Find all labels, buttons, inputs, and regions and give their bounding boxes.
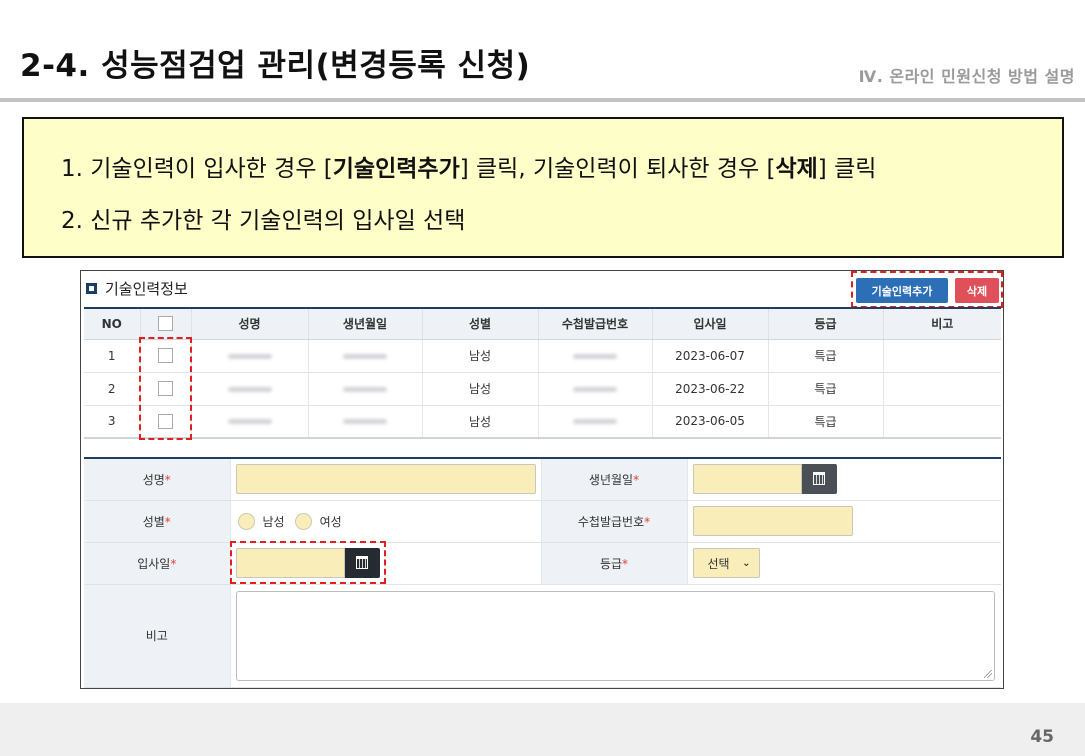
form-row-gender-license: 성별* 남성 여성 수첩발급번호*: [84, 500, 1001, 543]
birth-label: 생년월일*: [541, 457, 688, 501]
redacted-license: [573, 353, 617, 359]
cell-join-date: 2023-06-07: [652, 339, 769, 373]
table-row[interactable]: 1 남성 2023-06-07 특급: [84, 339, 1001, 373]
delete-button[interactable]: 삭제: [955, 278, 999, 303]
col-join-date: 입사일: [652, 308, 769, 340]
header-divider: [0, 98, 1085, 102]
redacted-birth: [343, 353, 387, 359]
table-header-row: NO 성명 생년월일 성별 수첩발급번호 입사일 등급 비고: [84, 308, 1001, 340]
col-grade: 등급: [768, 308, 884, 340]
birth-date-picker: [692, 464, 997, 495]
page-title: 2-4. 성능점검업 관리(변경등록 신청): [20, 48, 531, 84]
name-label: 성명*: [84, 457, 231, 501]
page-number: 45: [1030, 727, 1054, 747]
cell-grade: 특급: [768, 339, 884, 373]
instruction-1-add-label: 기술인력추가: [332, 156, 460, 182]
col-gender: 성별: [422, 308, 539, 340]
birth-calendar-button[interactable]: [801, 464, 837, 495]
slide: 2-4. 성능점검업 관리(변경등록 신청) Ⅳ. 온라인 민원신청 방법 설명…: [0, 0, 1085, 756]
instruction-box: 1. 기술인력이 입사한 경우 [기술인력추가] 클릭, 기술인력이 퇴사한 경…: [22, 117, 1064, 258]
cell-note: [883, 405, 1001, 439]
redacted-license: [573, 386, 617, 392]
note-label: 비고: [84, 584, 231, 688]
row-checkbox[interactable]: [158, 413, 173, 429]
gender-male-radio[interactable]: [237, 512, 255, 530]
form-row-note: 비고: [84, 584, 1001, 688]
redacted-license: [573, 419, 617, 425]
join-date-label: 입사일*: [84, 542, 231, 585]
cell-note: [883, 372, 1001, 406]
cell-gender: 남성: [422, 339, 539, 373]
grade-label: 등급*: [541, 542, 688, 585]
join-date-picker: [235, 548, 536, 578]
table-row[interactable]: 3 남성 2023-06-05 특급: [84, 405, 1001, 439]
gender-male-label: 남성: [262, 514, 285, 529]
cell-gender: 남성: [422, 372, 539, 406]
footer-bar: 45: [0, 703, 1085, 756]
instruction-1-middle: ] 클릭, 기술인력이 퇴사한 경우 [: [459, 156, 776, 182]
instruction-1-prefix: 1. 기술인력이 입사한 경우 [: [61, 156, 333, 182]
redacted-name: [227, 353, 272, 359]
resize-grip-icon[interactable]: [983, 669, 992, 678]
redacted-name: [227, 386, 272, 392]
chapter-label: Ⅳ. 온라인 민원신청 방법 설명: [858, 67, 1075, 86]
cell-no: 2: [84, 372, 141, 406]
row-checkbox[interactable]: [158, 348, 173, 363]
cell-join-date: 2023-06-22: [652, 372, 769, 406]
instruction-line-1: 1. 기술인력이 입사한 경우 [기술인력추가] 클릭, 기술인력이 퇴사한 경…: [61, 149, 876, 183]
col-note: 비고: [883, 308, 1001, 340]
form-row-join-grade: 입사일* 등급* 선택 ⌄: [84, 542, 1001, 585]
col-no: NO: [84, 308, 141, 340]
select-all-checkbox[interactable]: [158, 316, 173, 332]
cell-grade: 특급: [768, 405, 884, 439]
birth-date-input[interactable]: [692, 464, 802, 495]
section-header: 기술인력정보: [86, 278, 188, 299]
license-label: 수첩발급번호*: [541, 500, 688, 543]
license-number-input[interactable]: [692, 506, 853, 536]
col-select-all: [140, 308, 192, 340]
add-tech-staff-button[interactable]: 기술인력추가: [856, 278, 948, 303]
staff-form: 성명* 생년월일* 성별* 남성 여성 수첩발급번호* 입사일* 등급* 선택 …: [84, 457, 1001, 688]
redacted-name: [227, 419, 272, 425]
name-input[interactable]: [235, 464, 536, 495]
cell-grade: 특급: [768, 372, 884, 406]
grade-select-value: 선택: [707, 556, 730, 571]
gender-female-label: 여성: [319, 514, 342, 529]
instruction-1-suffix: ] 클릭: [817, 156, 877, 182]
tech-staff-panel: 기술인력정보 기술인력추가 삭제 NO 성명 생년월일 성별 수첩발급번호 입사…: [80, 270, 1004, 689]
calendar-icon: [356, 555, 368, 569]
cell-gender: 남성: [422, 405, 539, 439]
gender-label: 성별*: [84, 500, 231, 543]
redacted-birth: [343, 419, 387, 425]
cell-join-date: 2023-06-05: [652, 405, 769, 439]
square-bullet-icon: [86, 283, 97, 294]
col-birth: 생년월일: [308, 308, 423, 340]
table-row[interactable]: 2 남성 2023-06-22 특급: [84, 372, 1001, 406]
instruction-line-2: 2. 신규 추가한 각 기술인력의 입사일 선택: [61, 208, 466, 234]
col-name: 성명: [191, 308, 309, 340]
gender-radio-group: 남성 여성: [236, 512, 536, 530]
cell-no: 1: [84, 339, 141, 373]
staff-table: NO 성명 생년월일 성별 수첩발급번호 입사일 등급 비고 1 남성 2023…: [84, 307, 1001, 439]
note-textarea[interactable]: [235, 590, 995, 681]
join-date-input[interactable]: [235, 548, 345, 578]
instruction-1-delete-label: 삭제: [775, 156, 818, 182]
col-license: 수첩발급번호: [538, 308, 653, 340]
section-title: 기술인력정보: [105, 280, 188, 298]
gender-female-radio[interactable]: [294, 512, 312, 530]
redacted-birth: [343, 386, 387, 392]
grade-select[interactable]: 선택 ⌄: [692, 548, 760, 578]
calendar-icon: [813, 471, 825, 485]
cell-note: [883, 339, 1001, 373]
form-row-name-birth: 성명* 생년월일*: [84, 457, 1001, 501]
row-checkbox[interactable]: [158, 381, 173, 396]
chevron-down-icon: ⌄: [742, 557, 751, 569]
cell-no: 3: [84, 405, 141, 439]
join-calendar-button[interactable]: [344, 548, 380, 578]
